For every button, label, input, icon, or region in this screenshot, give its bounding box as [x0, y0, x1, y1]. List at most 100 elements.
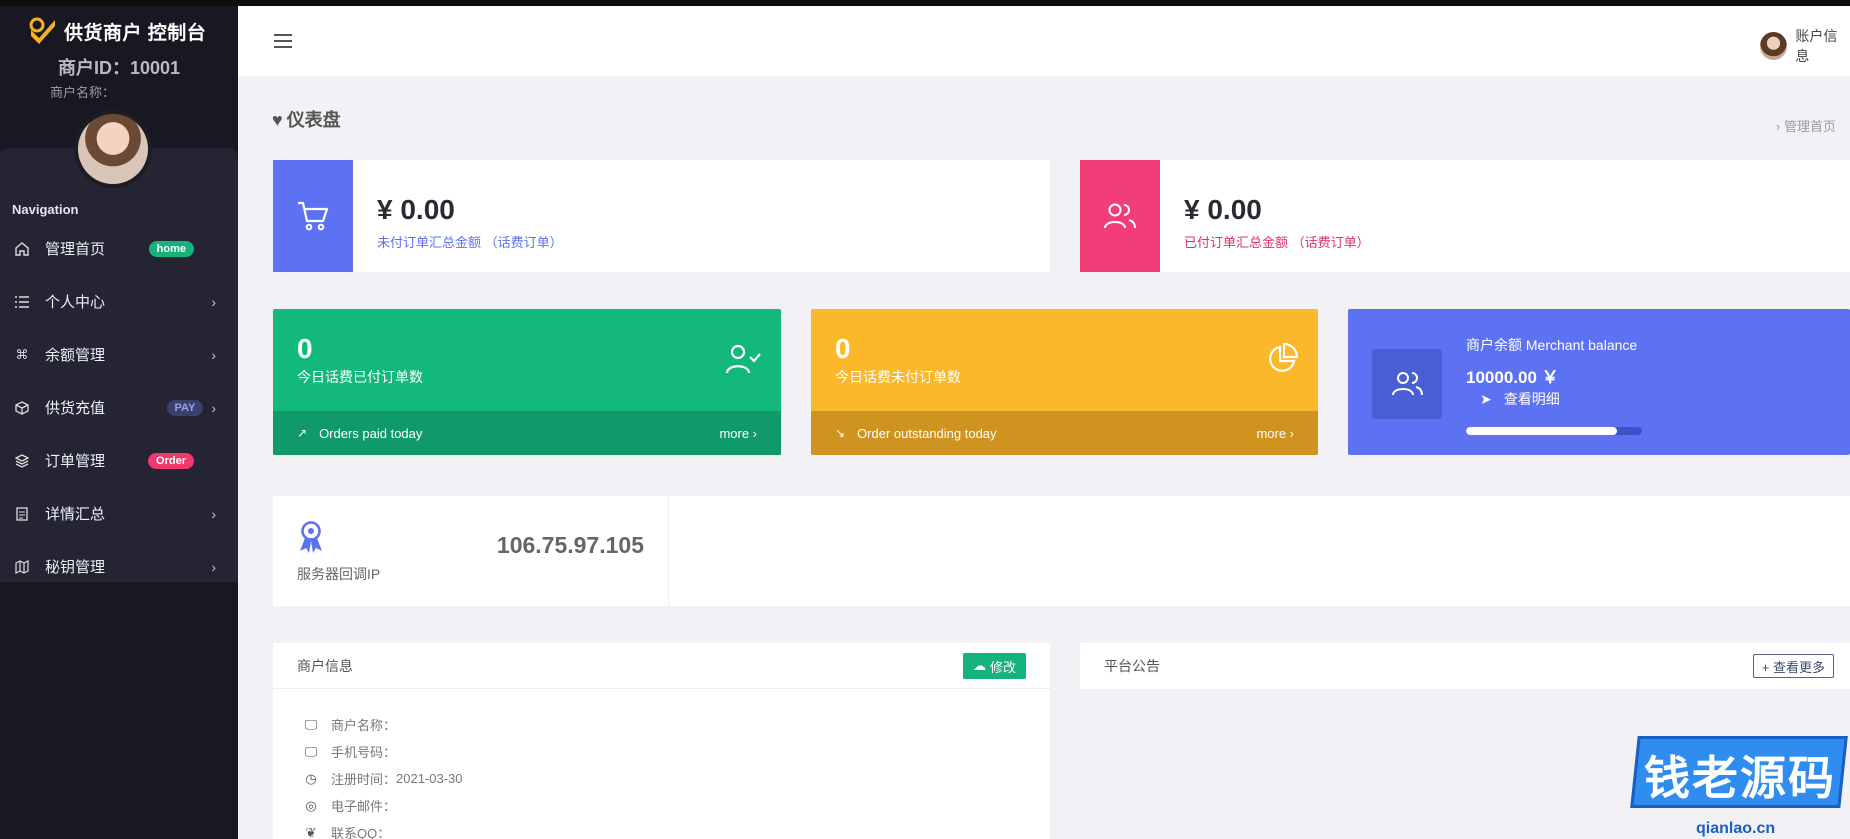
watermark-text: 钱老源码	[1644, 751, 1836, 805]
outstanding-orders-label: 今日话费未付订单数	[835, 369, 961, 385]
sidebar-nav: 管理首页 home 个人中心 › ⌘ 余额管理 › 供货充值 PAY › 订单管…	[0, 222, 238, 593]
chevron-right-icon: ›	[211, 558, 216, 575]
users-icon	[1080, 160, 1160, 272]
paid-orders-footer: ↗ Orders paid today more ›	[273, 411, 781, 455]
balance-users-icon	[1372, 349, 1442, 419]
account-menu[interactable]: 账户信息	[1760, 26, 1850, 66]
page-title-text: 仪表盘	[286, 110, 341, 130]
trending-down-icon: ↘	[835, 426, 846, 440]
home-badge: home	[148, 240, 194, 257]
page-title: ♥ 仪表盘	[272, 106, 341, 132]
sidebar-item-label: 余额管理	[45, 347, 106, 364]
list-icon	[14, 294, 30, 310]
balance-progress-bar	[1466, 427, 1642, 435]
info-label: 联系QQ：	[331, 826, 391, 839]
pay-badge: PAY	[166, 399, 204, 416]
avatar-image	[78, 114, 148, 184]
sidebar-item-label: 供货充值	[45, 400, 106, 417]
paid-orders-foot-text: Orders paid today	[319, 425, 423, 441]
clock-icon: ◷	[305, 770, 317, 786]
paid-orders-count: 0	[297, 333, 313, 364]
callback-ip-value: 106.75.97.105	[496, 532, 644, 558]
send-icon: ➤	[1480, 390, 1492, 407]
sidebar-item-recharge[interactable]: 供货充值 PAY ›	[0, 381, 238, 434]
sidebar-item-label: 个人中心	[45, 294, 106, 311]
paid-orders-more-link[interactable]: more ›	[719, 426, 757, 441]
award-icon	[297, 520, 325, 559]
sidebar-item-keys[interactable]: 秘钥管理 ›	[0, 540, 238, 593]
info-row-name: 🖵 商户名称：	[303, 711, 1050, 738]
balance-detail-link[interactable]: ➤ 查看明细	[1480, 389, 1560, 409]
top-header: 账户信息	[238, 6, 1850, 76]
paid-orders-label: 今日话费已付订单数	[297, 369, 423, 385]
chevron-right-icon: ›	[211, 399, 216, 416]
sidebar-item-orders[interactable]: 订单管理 Order	[0, 434, 238, 487]
brand[interactable]: 供货商户 控制台	[28, 16, 206, 46]
globe-icon: ◎	[305, 797, 317, 813]
paid-summary-card: ¥ 0.00 已付订单汇总金额 （话费订单）	[1080, 160, 1850, 272]
merchant-balance-card: 商户余额 Merchant balance 10000.00 ￥ ➤ 查看明细	[1348, 309, 1850, 455]
merchant-info-panel: 商户信息 ☁ 修改 🖵 商户名称： 🖵 手机号码： ◷ 注册时间： 2021-0…	[273, 643, 1050, 839]
paid-label: 已付订单汇总金额 （话费订单）	[1184, 235, 1370, 250]
home-icon	[14, 241, 30, 257]
info-row-registered: ◷ 注册时间： 2021-03-30	[303, 765, 1050, 792]
info-row-phone: 🖵 手机号码：	[303, 738, 1050, 765]
balance-title: 商户余额 Merchant balance	[1466, 337, 1638, 353]
info-row-email: ◎ 电子邮件：	[303, 792, 1050, 819]
paid-amount: ¥ 0.00	[1184, 194, 1262, 225]
nav-section-label: Navigation	[12, 202, 79, 217]
view-more-button[interactable]: + 查看更多	[1752, 654, 1834, 678]
menu-toggle-icon[interactable]	[274, 34, 292, 48]
layers-icon	[14, 453, 30, 469]
trending-up-icon: ↗	[297, 426, 308, 440]
order-badge: Order	[148, 452, 194, 469]
outstanding-orders-footer: ↘ Order outstanding today more ›	[811, 411, 1318, 455]
balance-amount: 10000.00 ￥	[1466, 368, 1559, 387]
sidebar-item-label: 详情汇总	[45, 506, 106, 523]
chevron-right-icon: ›	[211, 346, 216, 363]
map-icon	[14, 559, 30, 575]
notice-header: 平台公告 + 查看更多	[1080, 643, 1850, 689]
user-check-icon	[725, 343, 761, 380]
document-icon	[14, 506, 30, 522]
sidebar-item-label: 订单管理	[45, 453, 106, 470]
chevron-right-icon: ›	[211, 505, 216, 522]
info-label: 手机号码：	[331, 745, 397, 760]
pie-chart-icon	[1266, 342, 1299, 380]
account-avatar	[1760, 32, 1788, 60]
callback-ip-card: 服务器回调IP 106.75.97.105	[273, 496, 1850, 606]
sidebar-item-home[interactable]: 管理首页 home	[0, 222, 238, 275]
notice-title: 平台公告	[1104, 658, 1160, 674]
platform-notice-panel: 平台公告 + 查看更多	[1080, 643, 1850, 689]
heart-icon: ♥	[272, 110, 283, 130]
outstanding-orders-card: 0 今日话费未付订单数 ↘ Order outstanding today mo…	[811, 309, 1318, 455]
sidebar-item-details[interactable]: 详情汇总 ›	[0, 487, 238, 540]
sidebar-avatar[interactable]	[74, 110, 152, 188]
sidebar: 供货商户 控制台 商户ID：10001 商户名称： Navigation 管理首…	[0, 6, 238, 839]
merchant-info-header: 商户信息 ☁ 修改	[273, 643, 1050, 689]
sidebar-item-profile[interactable]: 个人中心 ›	[0, 275, 238, 328]
breadcrumb[interactable]: › 管理首页	[1776, 116, 1836, 135]
cart-icon	[273, 160, 353, 272]
monitor-icon: 🖵	[304, 743, 318, 759]
unpaid-summary-card: ¥ 0.00 未付订单汇总金额 （话费订单）	[273, 160, 1050, 272]
info-value: 2021-03-30	[396, 771, 463, 786]
monitor-icon: 🖵	[304, 716, 318, 732]
edit-button[interactable]: ☁ 修改	[962, 653, 1026, 679]
sidebar-item-label: 秘钥管理	[45, 559, 106, 576]
twitter-icon: ❦	[305, 824, 317, 839]
chevron-right-icon: ›	[211, 293, 216, 310]
merchant-name-label: 商户名称：	[50, 85, 116, 100]
brand-title: 供货商户 控制台	[64, 22, 207, 44]
outstanding-orders-foot-text: Order outstanding today	[857, 425, 997, 441]
watermark-logo: 钱老源码 qianlao.cn	[1626, 732, 1850, 839]
watermark-url: qianlao.cn	[1696, 820, 1776, 837]
merchant-id: 商户ID：10001	[57, 58, 181, 78]
balance-progress-fill	[1466, 427, 1618, 435]
account-label: 账户信息	[1795, 28, 1838, 64]
sidebar-item-label: 管理首页	[45, 241, 106, 258]
info-row-qq: ❦ 联系QQ：	[303, 819, 1050, 839]
sidebar-item-balance[interactable]: ⌘ 余额管理 ›	[0, 328, 238, 381]
command-icon: ⌘	[15, 346, 29, 362]
outstanding-orders-more-link[interactable]: more ›	[1256, 426, 1294, 441]
